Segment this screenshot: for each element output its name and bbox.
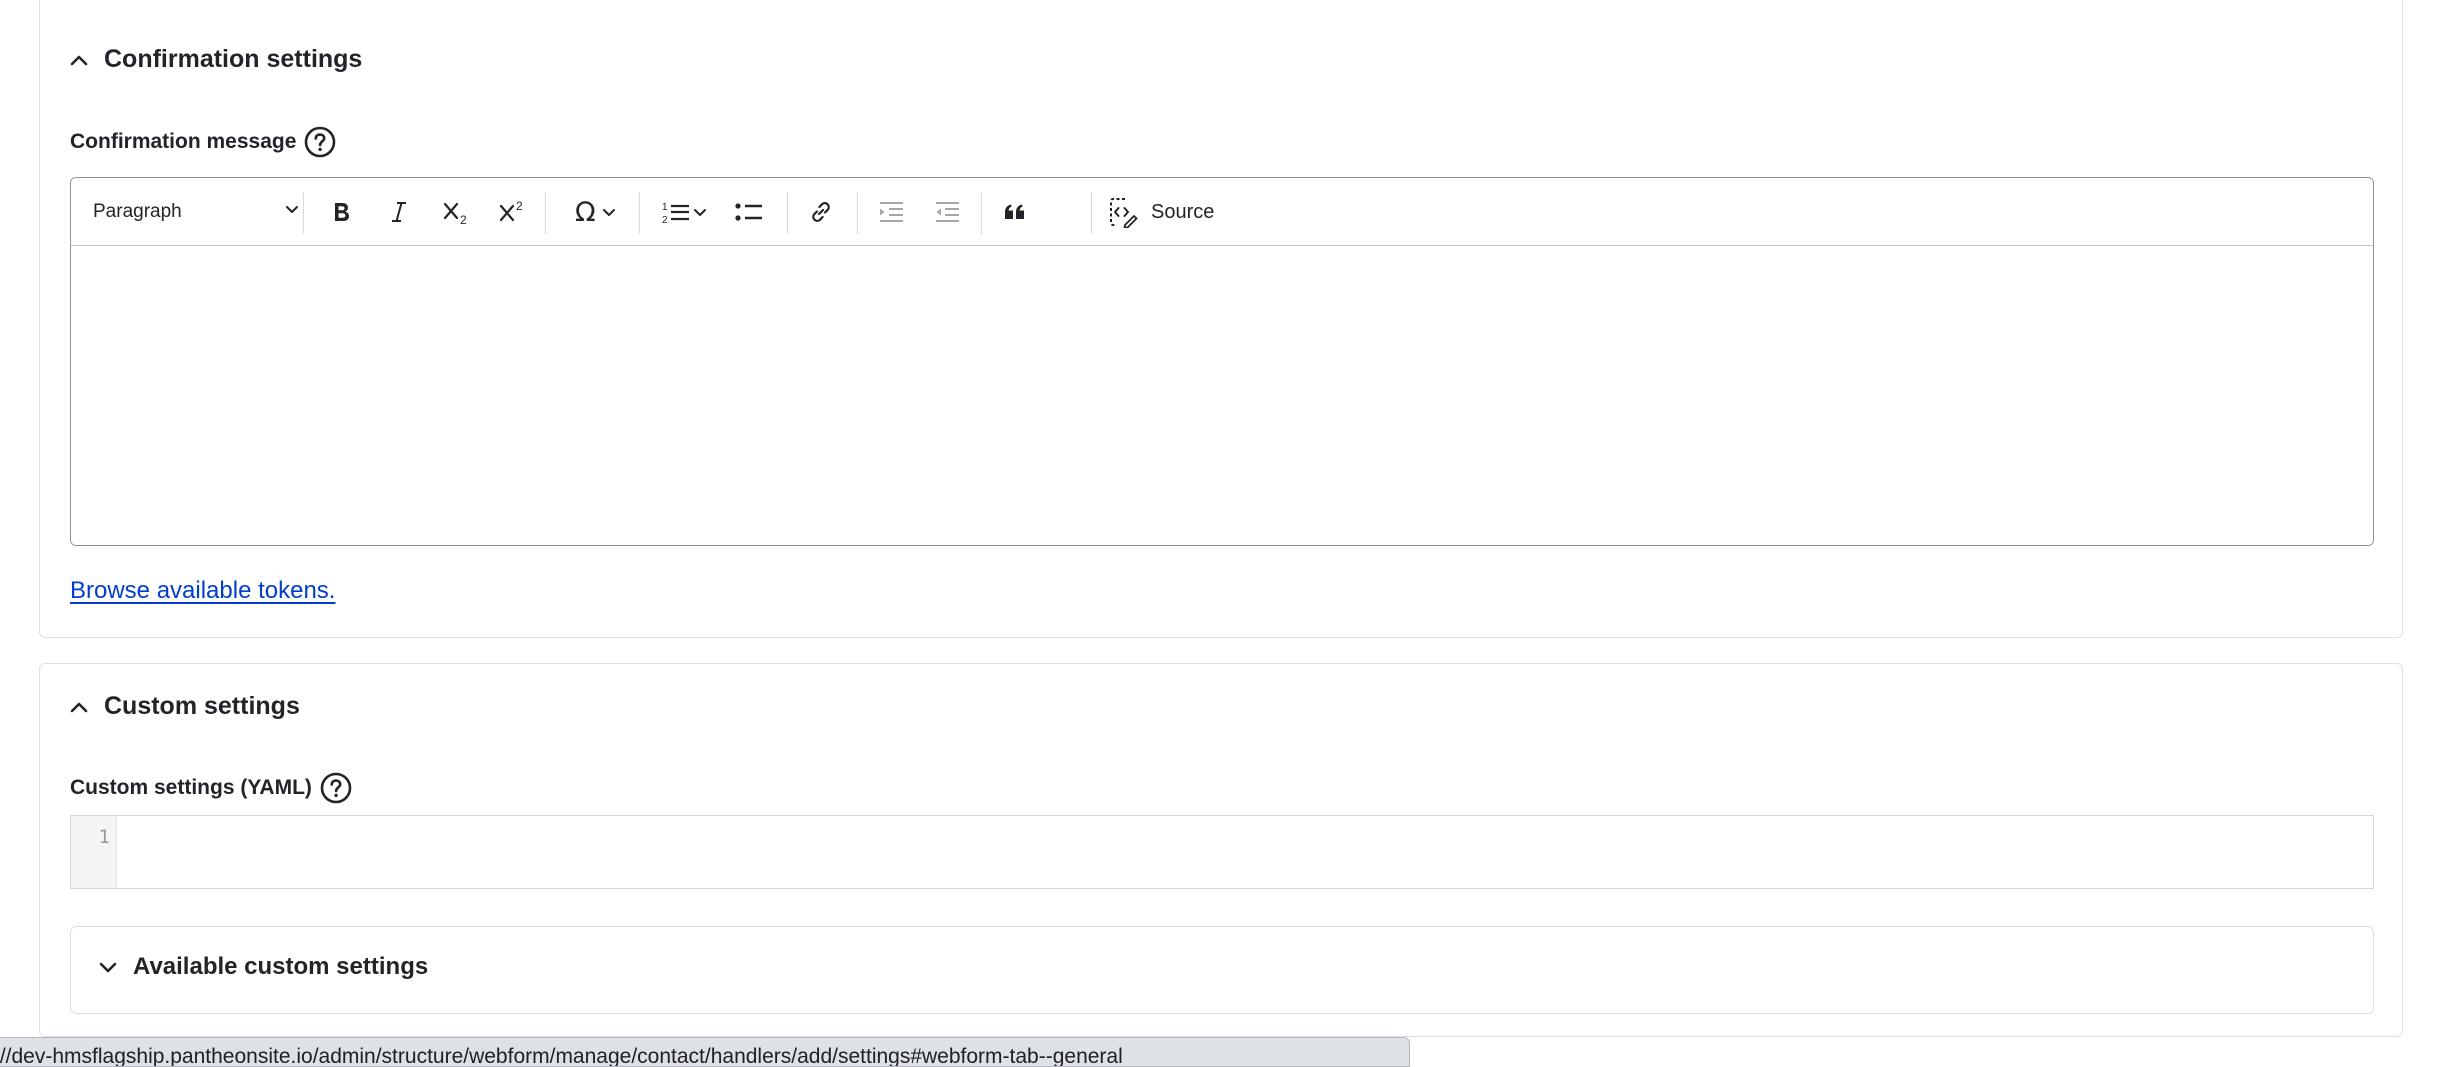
status-bar-url-text: ://dev-hmsflagship.pantheonsite.io/admin… [0, 1045, 1123, 1067]
toolbar-separator [639, 192, 640, 234]
italic-icon [392, 202, 406, 222]
superscript-button[interactable]: 2 [489, 190, 537, 234]
subscript-icon: 2 [443, 202, 467, 226]
italic-button[interactable] [377, 190, 421, 234]
svg-text:Ω: Ω [575, 198, 596, 226]
toolbar-separator [545, 192, 546, 234]
available-custom-settings-panel: Available custom settings [70, 926, 2374, 1014]
special-characters-button[interactable]: Ω [561, 190, 629, 234]
custom-yaml-label: Custom settings (YAML) [70, 776, 312, 799]
blockquote-icon [1005, 204, 1024, 219]
numbered-list-icon: 12 [662, 202, 689, 226]
svg-text:2: 2 [460, 213, 467, 226]
numbered-list-button[interactable]: 12 [651, 190, 717, 234]
toolbar-separator [303, 192, 304, 234]
toolbar-separator [981, 192, 982, 234]
line-number-gutter: 1 [71, 816, 117, 888]
svg-text:2: 2 [662, 215, 668, 226]
editor-toolbar: Paragraph 2 2 Ω 1 2 Source [71, 178, 2373, 246]
svg-text:1: 1 [662, 202, 668, 213]
source-code-icon [1110, 198, 1138, 228]
yaml-code-editor[interactable]: 1 [70, 815, 2374, 889]
browse-tokens-link[interactable]: Browse available tokens. [70, 577, 335, 605]
custom-settings-summary[interactable]: Custom settings [68, 692, 300, 721]
chevron-up-icon [68, 49, 90, 71]
chevron-down-icon [283, 200, 301, 224]
toolbar-separator [787, 192, 788, 234]
rich-text-editor: Paragraph 2 2 Ω 1 2 Source [70, 177, 2374, 546]
link-icon [812, 202, 830, 222]
chevron-up-icon [68, 696, 90, 718]
bulleted-list-icon [735, 203, 762, 221]
indent-icon [880, 202, 903, 222]
status-bar-url: ://dev-hmsflagship.pantheonsite.io/admin… [0, 1037, 1410, 1067]
outdent-icon [936, 202, 959, 222]
bold-icon [335, 203, 349, 221]
confirmation-message-label: Confirmation message [70, 130, 297, 153]
custom-settings-title: Custom settings [104, 692, 300, 720]
bulleted-list-button[interactable] [727, 190, 771, 234]
confirmation-settings-summary[interactable]: Confirmation settings [68, 45, 362, 74]
page: Confirmation settings Confirmation messa… [0, 0, 2446, 1067]
chevron-down-icon [97, 956, 119, 978]
bold-button[interactable] [319, 190, 363, 234]
toolbar-separator [857, 192, 858, 234]
source-button[interactable]: Source [1107, 190, 1214, 234]
subscript-button[interactable]: 2 [433, 190, 481, 234]
confirmation-settings-title: Confirmation settings [104, 45, 363, 73]
svg-text:2: 2 [516, 199, 523, 213]
custom-settings-panel: Custom settings Custom settings (YAML) 1… [39, 663, 2403, 1037]
heading-dropdown[interactable]: Paragraph [93, 190, 301, 234]
chevron-down-icon [603, 209, 615, 216]
line-number: 1 [98, 826, 110, 848]
confirmation-message-label-row: Confirmation message [70, 126, 336, 158]
source-button-label: Source [1151, 200, 1215, 223]
confirmation-settings-panel: Confirmation settings Confirmation messa… [39, 0, 2403, 638]
help-icon[interactable] [304, 126, 336, 158]
outdent-button[interactable] [925, 190, 969, 234]
editor-content-area[interactable] [71, 246, 2373, 545]
indent-button[interactable] [869, 190, 913, 234]
blockquote-button[interactable] [993, 190, 1037, 234]
chevron-down-icon [694, 209, 706, 216]
link-button[interactable] [799, 190, 843, 234]
custom-yaml-label-row: Custom settings (YAML) [70, 772, 352, 804]
heading-dropdown-value: Paragraph [93, 201, 182, 222]
toolbar-separator [1091, 192, 1092, 234]
available-custom-settings-title: Available custom settings [133, 953, 429, 980]
superscript-icon: 2 [499, 199, 523, 222]
help-icon[interactable] [320, 772, 352, 804]
omega-icon: Ω [575, 198, 596, 226]
available-custom-settings-summary[interactable]: Available custom settings [97, 953, 428, 981]
